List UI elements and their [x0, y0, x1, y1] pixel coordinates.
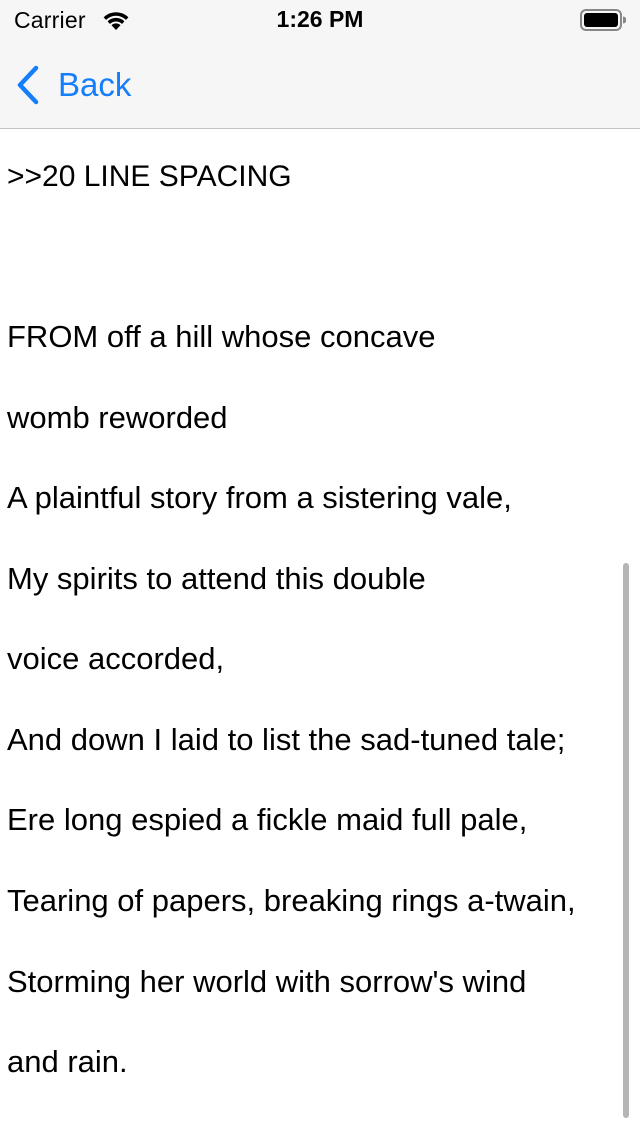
poem-line: voice accorded,	[7, 641, 225, 676]
back-button-label: Back	[58, 66, 132, 103]
vertical-scrollbar[interactable]	[623, 563, 629, 1118]
poem-line: My spirits to attend this double	[7, 561, 426, 596]
line-spacing-heading: >>20 LINE SPACING	[7, 160, 292, 193]
text-content[interactable]: >>20 LINE SPACING FROM off a hill whose …	[0, 129, 640, 1136]
navigation-bar: Back	[0, 40, 640, 129]
poem-line: Storming her world with sorrow's wind	[7, 964, 527, 999]
poem-line: Tearing of papers, breaking rings a-twai…	[7, 883, 576, 918]
poem-line: womb reworded	[7, 400, 228, 435]
chevron-left-icon	[17, 65, 39, 105]
poem-line: Ere long espied a fickle maid full pale,	[7, 802, 528, 837]
poem-line: FROM off a hill whose concave	[7, 319, 436, 354]
status-time: 1:26 PM	[276, 6, 364, 32]
poem-line: A plaintful story from a sistering vale,	[7, 480, 512, 515]
back-button[interactable]: Back	[16, 64, 131, 106]
status-bar: Carrier 1:26 PM	[0, 0, 640, 40]
battery-icon	[580, 9, 626, 31]
poem-line: And down I laid to list the sad-tuned ta…	[7, 722, 566, 757]
poem-line: and rain.	[7, 1044, 128, 1079]
